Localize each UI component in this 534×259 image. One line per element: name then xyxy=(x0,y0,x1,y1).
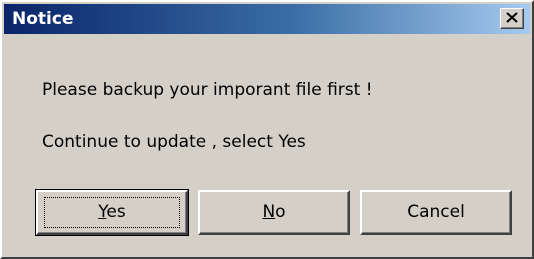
close-icon xyxy=(506,12,518,23)
cancel-button[interactable]: Cancel xyxy=(360,190,512,235)
message-line-1: Please backup your imporant file first ! xyxy=(42,80,373,100)
focus-ring xyxy=(44,197,180,228)
notice-dialog: Notice Please backup your imporant file … xyxy=(0,0,534,259)
dialog-title: Notice xyxy=(12,9,74,29)
cancel-label: Cancel xyxy=(407,202,465,222)
close-button[interactable] xyxy=(500,8,524,29)
no-button[interactable]: No xyxy=(198,190,350,235)
no-label-rest: o xyxy=(275,202,286,222)
title-bar[interactable]: Notice xyxy=(4,4,530,34)
no-accelerator: N xyxy=(262,202,276,222)
yes-button[interactable]: Yes xyxy=(35,189,189,236)
message-line-2: Continue to update , select Yes xyxy=(42,132,306,152)
